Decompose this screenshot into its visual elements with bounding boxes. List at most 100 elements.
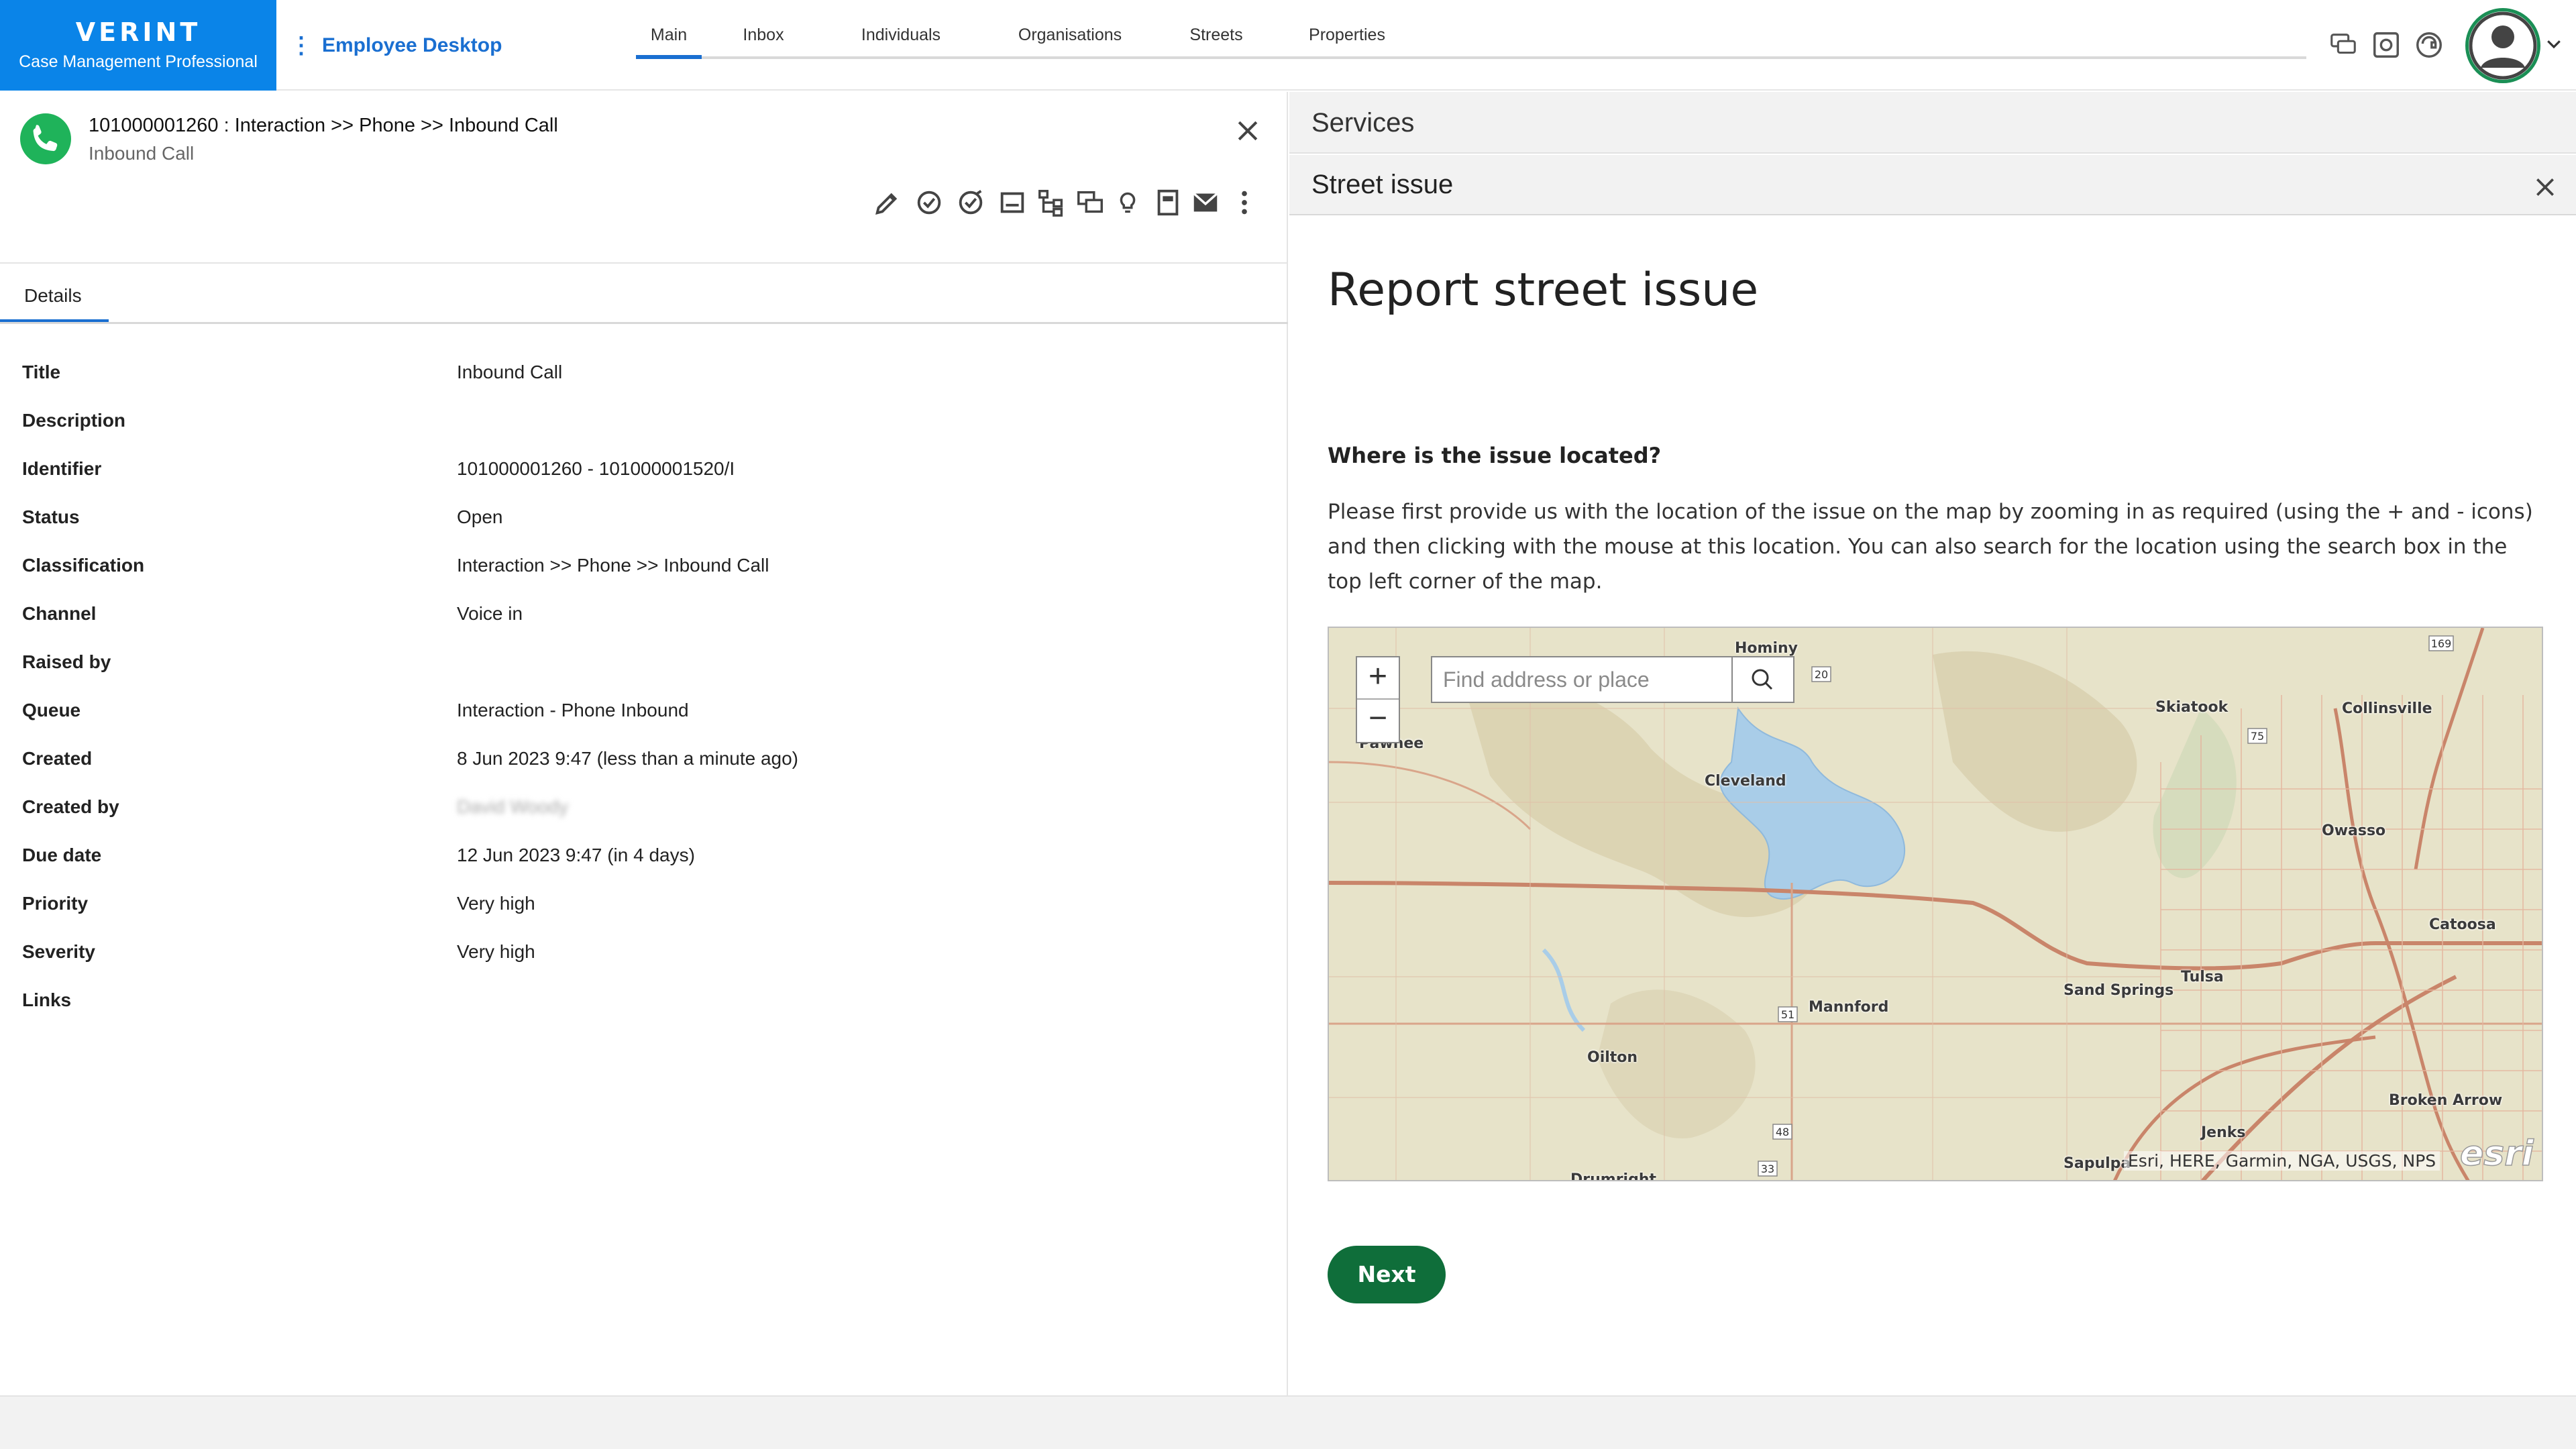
camera-icon[interactable] — [2371, 30, 2402, 60]
location-map[interactable]: 169 20 75 51 48 33 Hominy Pawnee Skiatoo… — [1328, 627, 2543, 1181]
field-label: Links — [22, 989, 72, 1010]
field-label: Due date — [22, 845, 102, 865]
user-avatar[interactable] — [2465, 8, 2540, 83]
field-label: Title — [22, 362, 61, 382]
next-button[interactable]: Next — [1328, 1246, 1446, 1303]
street-issue-title: Street issue — [1311, 170, 1454, 199]
field-classification: Classification Interaction >> Phone >> I… — [0, 555, 1288, 603]
complete-icon[interactable] — [914, 187, 945, 218]
bottom-bar — [0, 1395, 2576, 1449]
tab-properties[interactable]: Properties — [1303, 25, 1391, 59]
field-description: Description — [0, 410, 1288, 458]
field-links: Links — [0, 989, 1288, 1038]
tab-individuals[interactable]: Individuals — [851, 25, 951, 59]
field-channel: Channel Voice in — [0, 603, 1288, 651]
map-zoom-control: + − — [1356, 656, 1400, 743]
chevron-down-icon[interactable] — [2544, 34, 2564, 54]
field-label: Severity — [22, 941, 95, 962]
tab-main[interactable]: Main — [636, 25, 702, 59]
field-label: Status — [22, 506, 80, 527]
brand-name: VERINT — [75, 17, 201, 47]
note-icon[interactable] — [997, 187, 1028, 218]
esri-logo: esri — [2459, 1133, 2534, 1175]
map-place-label: Owasso — [2322, 822, 2386, 839]
map-place-label: Tulsa — [2181, 969, 2224, 985]
services-header: Services — [1289, 92, 2576, 154]
form-heading: Report street issue — [1328, 264, 1759, 317]
map-place-label: Mannford — [1809, 999, 1889, 1016]
map-place-label: Collinsville — [2342, 700, 2432, 717]
map-place-label: Oilton — [1587, 1049, 1638, 1066]
svg-text:33: 33 — [1761, 1163, 1774, 1175]
map-place-label: Sand Springs — [2063, 982, 2174, 999]
street-issue-header: Street issue — [1289, 155, 2576, 215]
close-icon[interactable] — [2532, 174, 2559, 201]
divider — [0, 262, 1288, 264]
field-severity: Severity Very high — [0, 941, 1288, 989]
field-label: Queue — [22, 700, 81, 720]
support-icon[interactable] — [2414, 30, 2445, 60]
field-value-redacted: David Woody — [457, 796, 569, 817]
field-label: Description — [22, 410, 126, 431]
esri-logo-text: esri — [2460, 1134, 2534, 1174]
tab-inbox[interactable]: Inbox — [730, 25, 797, 59]
edit-icon[interactable] — [872, 187, 903, 218]
lightbulb-icon[interactable] — [1112, 187, 1143, 218]
field-value: 12 Jun 2023 9:47 (in 4 days) — [457, 845, 695, 865]
field-label: Raised by — [22, 651, 111, 672]
email-icon[interactable] — [1190, 187, 1221, 218]
services-title: Services — [1311, 108, 1415, 138]
tab-organisations[interactable]: Organisations — [1006, 25, 1134, 59]
field-label: Channel — [22, 603, 97, 624]
tab-streets[interactable]: Streets — [1183, 25, 1250, 59]
field-label: Identifier — [22, 458, 102, 479]
field-created: Created 8 Jun 2023 9:47 (less than a min… — [0, 748, 1288, 796]
chat-icon[interactable] — [2328, 30, 2359, 60]
more-options-icon[interactable] — [1229, 187, 1260, 218]
svg-text:169: 169 — [2431, 637, 2452, 650]
chat-icon[interactable] — [1075, 187, 1106, 218]
close-icon[interactable] — [1233, 116, 1263, 146]
field-queue: Queue Interaction - Phone Inbound — [0, 700, 1288, 748]
location-instructions: Please first provide us with the locatio… — [1328, 500, 2533, 594]
employee-desktop-menu[interactable]: ⋮ Employee Desktop — [290, 31, 502, 60]
services-panel: Services Street issue Report street issu… — [1289, 92, 2576, 1395]
svg-text:75: 75 — [2251, 730, 2264, 743]
map-search-button[interactable] — [1731, 656, 1794, 703]
map-place-label: Sapulpa — [2063, 1155, 2131, 1172]
hierarchy-icon[interactable] — [1036, 187, 1067, 218]
field-label: Created by — [22, 796, 119, 817]
field-value: Interaction - Phone Inbound — [457, 700, 689, 720]
map-search-input[interactable] — [1431, 656, 1733, 703]
field-value: Open — [457, 506, 503, 527]
zoom-out-button[interactable]: − — [1357, 700, 1399, 742]
brand-logo[interactable]: VERINT Case Management Professional — [0, 0, 276, 91]
top-bar: VERINT Case Management Professional ⋮ Em… — [0, 0, 2576, 91]
user-icon — [2469, 11, 2537, 80]
field-label: Classification — [22, 555, 145, 576]
map-attribution: Esri, HERE, Garmin, NGA, USGS, NPS — [2124, 1151, 2440, 1171]
map-place-label: Broken Arrow — [2389, 1092, 2503, 1109]
field-value: Very high — [457, 893, 535, 914]
field-value: 8 Jun 2023 9:47 (less than a minute ago) — [457, 748, 799, 769]
map-place-label: Skiatook — [2155, 699, 2229, 716]
field-raised-by: Raised by — [0, 651, 1288, 700]
field-priority: Priority Very high — [0, 893, 1288, 941]
svg-text:51: 51 — [1781, 1008, 1794, 1021]
field-value: Interaction >> Phone >> Inbound Call — [457, 555, 769, 576]
field-created-by: Created by David Woody — [0, 796, 1288, 845]
main-navigation: Main Inbox Individuals Organisations Str… — [636, 25, 2306, 59]
field-title: Title Inbound Call — [0, 362, 1288, 410]
tab-details[interactable]: Details — [0, 278, 109, 324]
map-place-label: Jenks — [2201, 1124, 2246, 1141]
assign-icon[interactable] — [955, 187, 986, 218]
zoom-in-button[interactable]: + — [1357, 657, 1399, 700]
phone-icon — [20, 113, 71, 164]
svg-text:20: 20 — [1815, 668, 1828, 681]
map-place-label: Catoosa — [2429, 916, 2496, 933]
field-value: Inbound Call — [457, 362, 563, 382]
brand-product: Case Management Professional — [19, 52, 258, 71]
field-value: Very high — [457, 941, 535, 962]
document-icon[interactable] — [1152, 187, 1183, 218]
case-title: 101000001260 : Interaction >> Phone >> I… — [89, 115, 558, 136]
